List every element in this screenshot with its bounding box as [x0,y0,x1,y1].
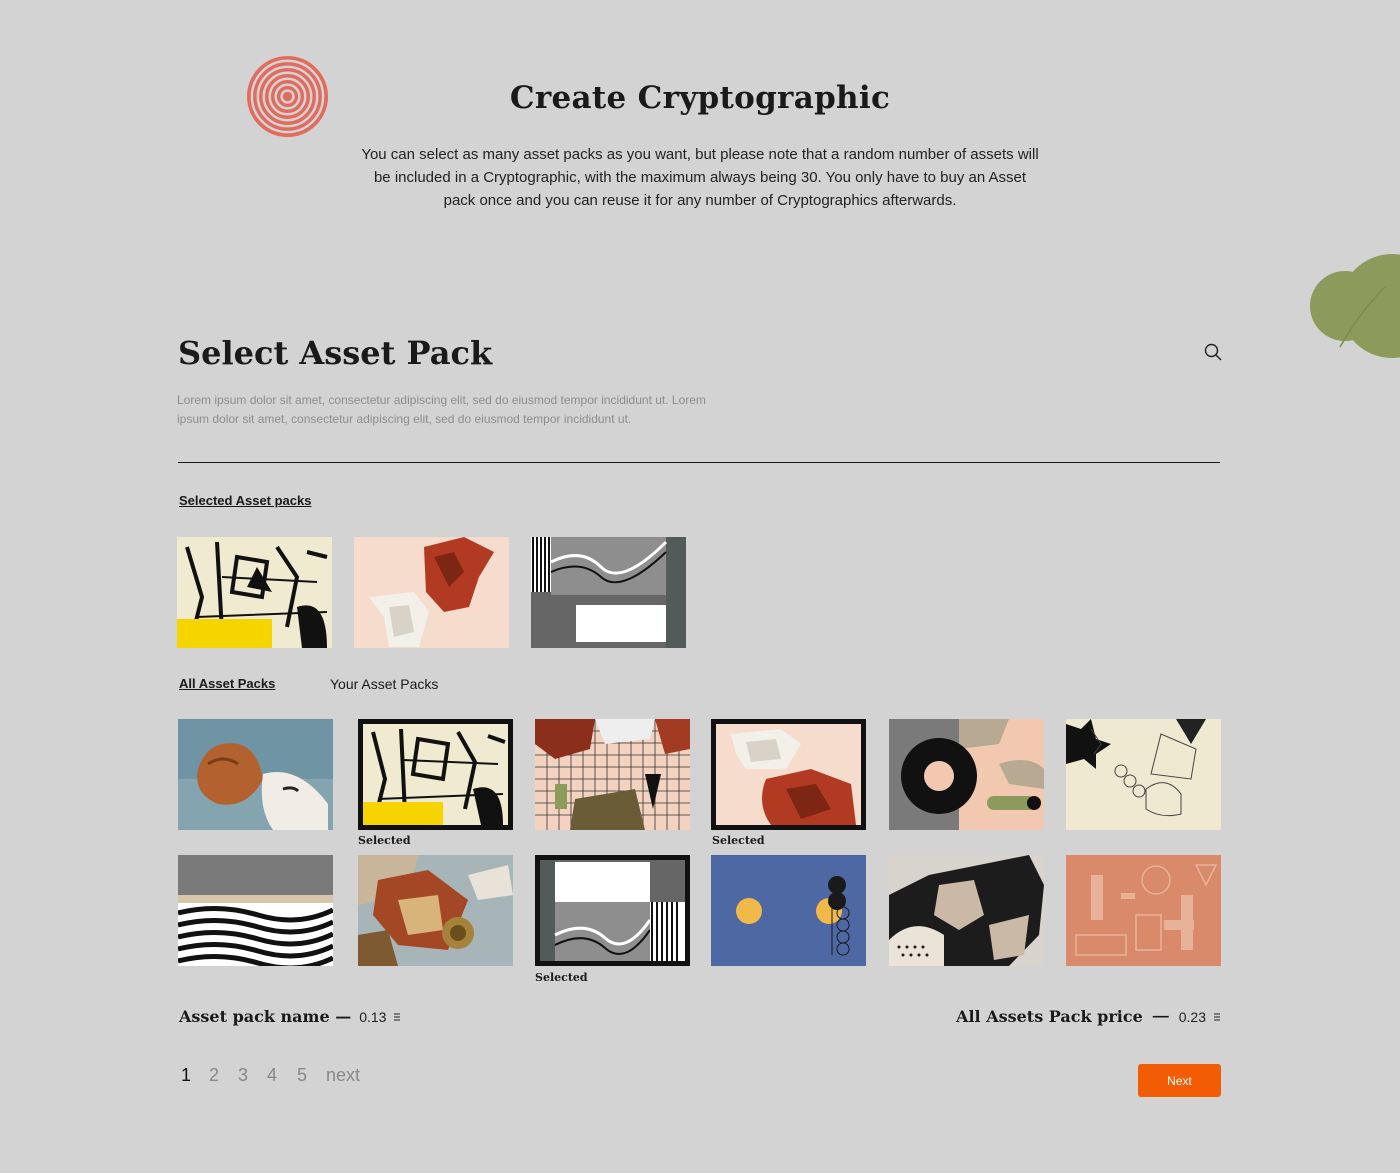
selected-label: Selected [712,834,765,847]
asset-pack-thumb-selected[interactable] [358,719,513,830]
page-5[interactable]: 5 [297,1065,307,1086]
section-description: Lorem ipsum dolor sit amet, consectetur … [177,393,706,426]
page-2[interactable]: 2 [209,1065,219,1086]
search-icon[interactable] [1203,342,1223,362]
all-assets-pack-price: All Assets Pack price — 0.23 [956,1007,1220,1026]
asset-pack-thumb-selected[interactable] [711,719,866,830]
selected-label: Selected [535,971,588,984]
asset-pack-thumb[interactable] [358,855,513,966]
asset-pack-thumb[interactable] [178,719,333,830]
green-blob-decoration [1310,254,1400,358]
next-button[interactable]: Next [1138,1064,1221,1097]
all-assets-pack-label: All Assets Pack price [956,1007,1143,1026]
tab-all-asset-packs[interactable]: All Asset Packs [179,676,275,691]
tab-your-asset-packs[interactable]: Your Asset Packs [330,676,438,692]
asset-pack-thumb[interactable] [535,719,690,830]
asset-pack-price: Asset pack name — 0.13 [179,1007,401,1026]
ethereum-icon [1214,1013,1220,1020]
price-dash: — [1152,1007,1169,1025]
asset-pack-thumb[interactable] [178,855,333,966]
asset-pack-thumb[interactable] [1066,719,1221,830]
selected-label: Selected [358,834,411,847]
selected-pack-thumb[interactable] [354,537,509,648]
page-4[interactable]: 4 [267,1065,277,1086]
ethereum-icon [394,1013,401,1020]
selected-packs-heading: Selected Asset packs [179,493,312,508]
divider [178,462,1220,463]
asset-pack-thumb[interactable] [889,855,1044,966]
asset-pack-name-label: Asset pack name — [179,1007,352,1026]
section-title: Select Asset Pack [178,334,493,372]
page-3[interactable]: 3 [238,1065,248,1086]
asset-pack-thumb-selected[interactable] [535,855,690,966]
asset-pack-price-value: 0.13 [359,1008,387,1025]
page-next[interactable]: next [326,1065,360,1086]
asset-pack-thumb[interactable] [711,855,866,966]
asset-pack-thumb[interactable] [889,719,1044,830]
page-1[interactable]: 1 [181,1065,191,1086]
selected-pack-thumb[interactable] [177,537,332,648]
asset-pack-thumb[interactable] [1066,855,1221,966]
all-assets-pack-value: 0.23 [1178,1008,1206,1025]
selected-pack-thumb[interactable] [531,537,686,648]
page-title: Create Cryptographic [509,80,891,116]
intro-text: You can select as many asset packs as yo… [361,146,1039,209]
